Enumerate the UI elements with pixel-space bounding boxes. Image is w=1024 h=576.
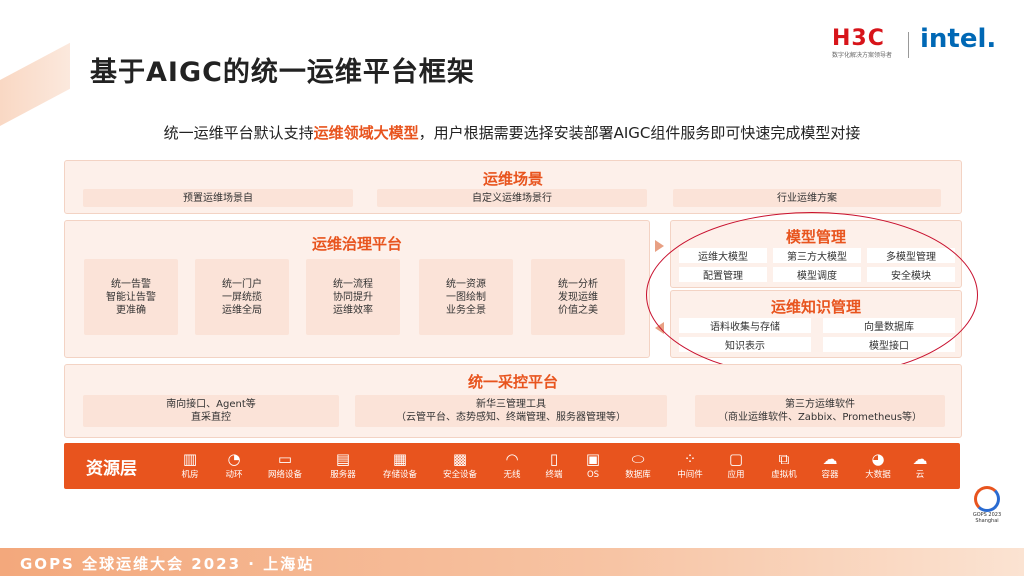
h3c-logo: H3C (832, 26, 885, 51)
governance-item-alarm: 统一告警 智能让告警 更准确 (84, 259, 178, 335)
os-icon: ▣ (585, 450, 601, 468)
application-icon: ▢ (728, 450, 744, 468)
container-icon: ☁ (822, 450, 838, 468)
resource-cloud: ☁ 云 (896, 449, 944, 481)
intel-logo: intel. (920, 24, 997, 54)
subtitle-highlight: 运维领域大模型 (313, 124, 419, 142)
page-title: 基于AIGC的统一运维平台框架 (90, 57, 475, 88)
gops-logo-icon (974, 486, 1000, 512)
h3c-logo-tagline: 数字化解决方案领导者 (832, 52, 893, 59)
resource-vm: ⧉ 虚拟机 (760, 449, 808, 481)
resource-datacenter: ▥ 机房 (166, 449, 214, 481)
resource-security: ▩ 安全设备 (436, 449, 484, 481)
resource-environment: ◔ 动环 (210, 449, 258, 481)
collect-title: 统一采控平台 (467, 373, 558, 391)
bigdata-icon: ◕ (871, 450, 885, 468)
resource-database: ⬭ 数据库 (614, 449, 662, 481)
wireless-icon: ◠ (505, 450, 519, 468)
firewall-icon: ▩ (452, 450, 468, 468)
middleware-icon: ⁘ (683, 450, 697, 468)
resource-middleware: ⁘ 中间件 (666, 449, 714, 481)
subtitle-pre: 统一运维平台默认支持 (163, 124, 314, 142)
resource-layer-bar: 资源层 ▥ 机房 ◔ 动环 ▭ 网络设备 ▤ 服务器 ▦ 存储设备 ▩ 安全设备 ◠ 无线 ▯… (64, 443, 960, 489)
arrow-right-icon (655, 240, 664, 252)
governance-panel: 运维治理平台 统一告警 智能让告警 更准确 统一门户 一屏统揽 运维全局 统一流… (64, 220, 650, 358)
collect-item-third-party: 第三方运维软件 （商业运维软件、Zabbix、Prometheus等） (695, 395, 945, 427)
resource-network: ▭ 网络设备 (261, 449, 309, 481)
footer-text: GOPS 全球运维大会 2023 · 上海站 (20, 555, 315, 573)
scene-item-industry: 行业运维方案 (673, 189, 941, 207)
resource-storage: ▦ 存储设备 (376, 449, 424, 481)
resource-application: ▢ 应用 (712, 449, 760, 481)
scene-title: 运维场景 (482, 170, 543, 188)
cloud-icon: ☁ (912, 450, 928, 468)
scene-item-custom: 自定义运维场景行 (377, 189, 647, 207)
scene-panel: 运维场景 预置运维场景自 自定义运维场景行 行业运维方案 (64, 160, 962, 214)
logo-divider (908, 32, 909, 58)
resource-wireless: ◠ 无线 (488, 449, 536, 481)
governance-item-portal: 统一门户 一屏统揽 运维全局 (195, 259, 289, 335)
server-icon: ▤ (335, 450, 351, 468)
resource-server: ▤ 服务器 (319, 449, 367, 481)
governance-item-resource: 统一资源 一图绘制 业务全景 (419, 259, 513, 335)
governance-item-analysis: 统一分析 发现运维 价值之美 (531, 259, 625, 335)
scene-item-preset: 预置运维场景自 (83, 189, 353, 207)
governance-title: 运维治理平台 (311, 235, 402, 253)
governance-item-process: 统一流程 协同提升 运维效率 (306, 259, 400, 335)
gauge-icon: ◔ (227, 450, 241, 468)
vm-icon: ⧉ (778, 450, 790, 468)
gops-badge-line2: Shanghai (975, 518, 999, 524)
storage-icon: ▦ (392, 450, 408, 468)
resource-bigdata: ◕ 大数据 (854, 449, 902, 481)
footer-bar: GOPS 全球运维大会 2023 · 上海站 (0, 548, 1024, 576)
subtitle-post: ，用户根据需要选择安装部署AIGC组件服务即可快速完成模型对接 (418, 124, 861, 142)
network-device-icon: ▭ (277, 450, 293, 468)
datacenter-icon: ▥ (182, 450, 198, 468)
highlight-ellipse (646, 212, 978, 378)
resource-container: ☁ 容器 (806, 449, 854, 481)
collect-panel: 统一采控平台 南向接口、Agent等 直采直控 新华三管理工具 （云管平台、态势… (64, 364, 962, 438)
collect-item-h3c-tools: 新华三管理工具 （云管平台、态势感知、终端管理、服务器管理等） (355, 395, 667, 427)
database-icon: ⬭ (631, 450, 645, 468)
resource-os: ▣ OS (569, 449, 617, 481)
subtitle: 统一运维平台默认支持运维领域大模型，用户根据需要选择安装部署AIGC组件服务即可… (0, 122, 1024, 143)
gops-badge: GOPS 2023 Shanghai (970, 486, 1004, 524)
resource-layer-title: 资源层 (86, 459, 137, 479)
collect-item-southbound: 南向接口、Agent等 直采直控 (83, 395, 339, 427)
